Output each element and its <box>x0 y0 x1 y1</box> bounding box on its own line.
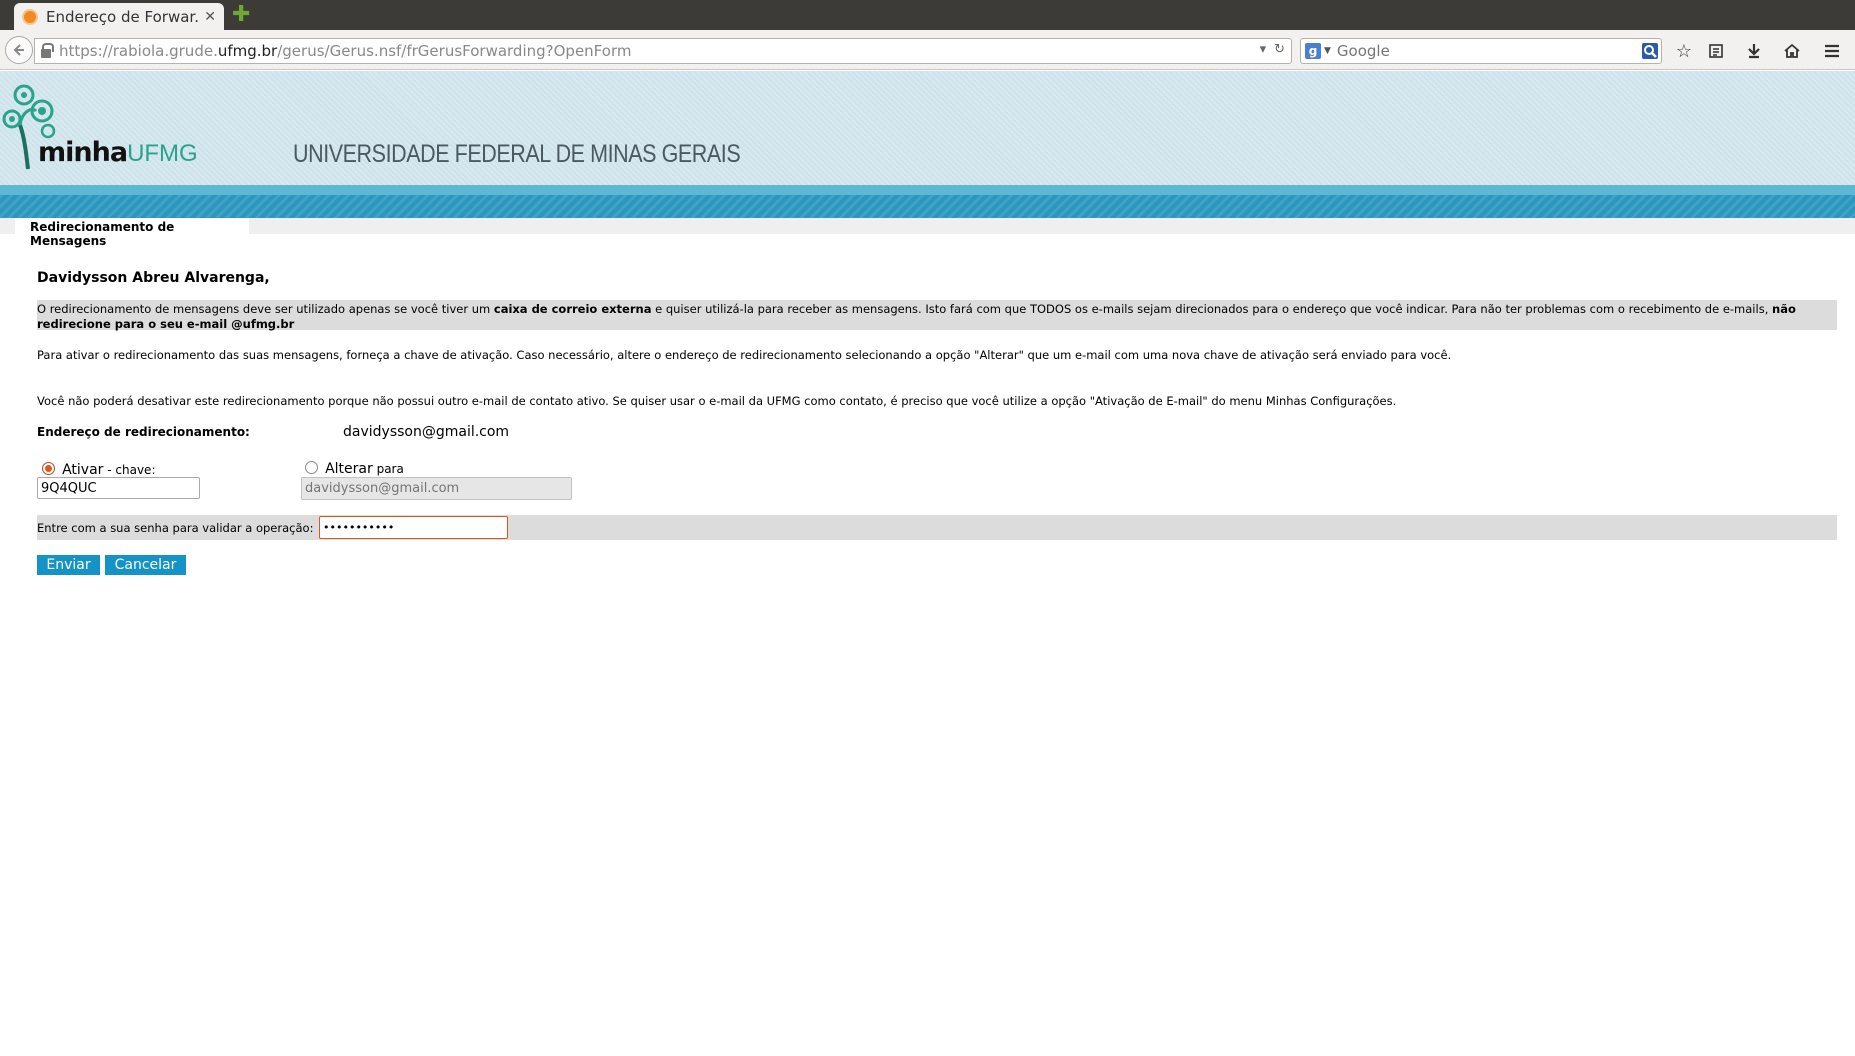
lock-icon[interactable] <box>41 42 54 58</box>
page-tab-strip <box>0 218 1855 234</box>
notice-box: O redirecionamento de mensagens deve ser… <box>37 300 1837 331</box>
activation-key-input[interactable] <box>37 477 200 499</box>
browser-tab[interactable]: Endereço de Forwar... ✕ <box>14 3 224 30</box>
change-radio[interactable] <box>305 461 318 474</box>
university-name: UNIVERSIDADE FEDERAL DE MINAS GERAIS <box>293 140 741 168</box>
bookmarks-list-icon[interactable] <box>1703 38 1729 64</box>
menu-hamburger-icon[interactable] <box>1819 38 1845 64</box>
home-icon[interactable] <box>1779 38 1805 64</box>
logo-text: minhaUFMG <box>38 137 198 168</box>
tab-close-icon[interactable]: ✕ <box>204 9 216 25</box>
greeting: Davidysson Abreu Alvarenga, <box>37 270 270 286</box>
site-favicon-icon <box>22 8 38 25</box>
search-input[interactable] <box>1336 42 1639 60</box>
option-change: Alterar para <box>305 458 404 477</box>
address-label: Endereço de redirecionamento: <box>37 425 250 439</box>
url-text: https://rabiola.grude.ufmg.br/gerus/Geru… <box>59 42 632 60</box>
search-bar[interactable]: g ▼ <box>1300 38 1662 64</box>
back-arrow-icon <box>13 44 24 56</box>
browser-tabstrip: Endereço de Forwar... ✕ ✚ <box>0 0 1855 30</box>
search-magnifier-icon[interactable] <box>1639 40 1661 62</box>
url-bar-actions: ▾ ↻ <box>1260 42 1285 57</box>
tab-redirecionamento[interactable]: Redirecionamento de Mensagens <box>15 218 249 248</box>
back-button[interactable] <box>5 36 33 64</box>
deactivation-warning: Você não poderá desativar este redirecio… <box>37 394 1397 408</box>
password-label: Entre com a sua senha para validar a ope… <box>37 521 314 535</box>
search-engine-caret-icon[interactable]: ▼ <box>1324 46 1331 56</box>
reload-icon[interactable]: ↻ <box>1274 42 1285 57</box>
browser-navbar: https://rabiola.grude.ufmg.br/gerus/Geru… <box>0 30 1855 70</box>
send-button[interactable]: Enviar <box>37 555 100 575</box>
header-stripe <box>0 185 1855 218</box>
search-engine-icon[interactable]: g <box>1305 43 1321 59</box>
change-email-input[interactable] <box>301 477 572 500</box>
change-label: Alterar <box>325 461 373 477</box>
tab-title: Endereço de Forwar... <box>46 7 199 26</box>
activation-instructions: Para ativar o redirecionamento das suas … <box>37 348 1452 362</box>
new-tab-icon[interactable]: ✚ <box>232 4 250 26</box>
activate-radio[interactable] <box>42 462 55 475</box>
download-icon[interactable] <box>1741 38 1767 64</box>
password-row: Entre com a sua senha para validar a ope… <box>37 515 1837 540</box>
url-bar[interactable]: https://rabiola.grude.ufmg.br/gerus/Geru… <box>34 38 1292 64</box>
address-value: davidysson@gmail.com <box>343 424 510 440</box>
site-header: minhaUFMG UNIVERSIDADE FEDERAL DE MINAS … <box>0 71 1855 185</box>
minha-ufmg-logo[interactable]: minhaUFMG <box>0 81 198 181</box>
change-suffix: para <box>372 462 404 476</box>
password-input[interactable] <box>319 516 508 539</box>
option-activate: Ativar - chave: <box>42 459 155 478</box>
bookmark-star-icon[interactable]: ☆ <box>1671 38 1697 64</box>
activate-suffix: - chave: <box>103 463 156 477</box>
url-dropdown-icon[interactable]: ▾ <box>1260 42 1267 57</box>
activate-label: Ativar <box>62 462 104 478</box>
cancel-button[interactable]: Cancelar <box>105 555 186 575</box>
